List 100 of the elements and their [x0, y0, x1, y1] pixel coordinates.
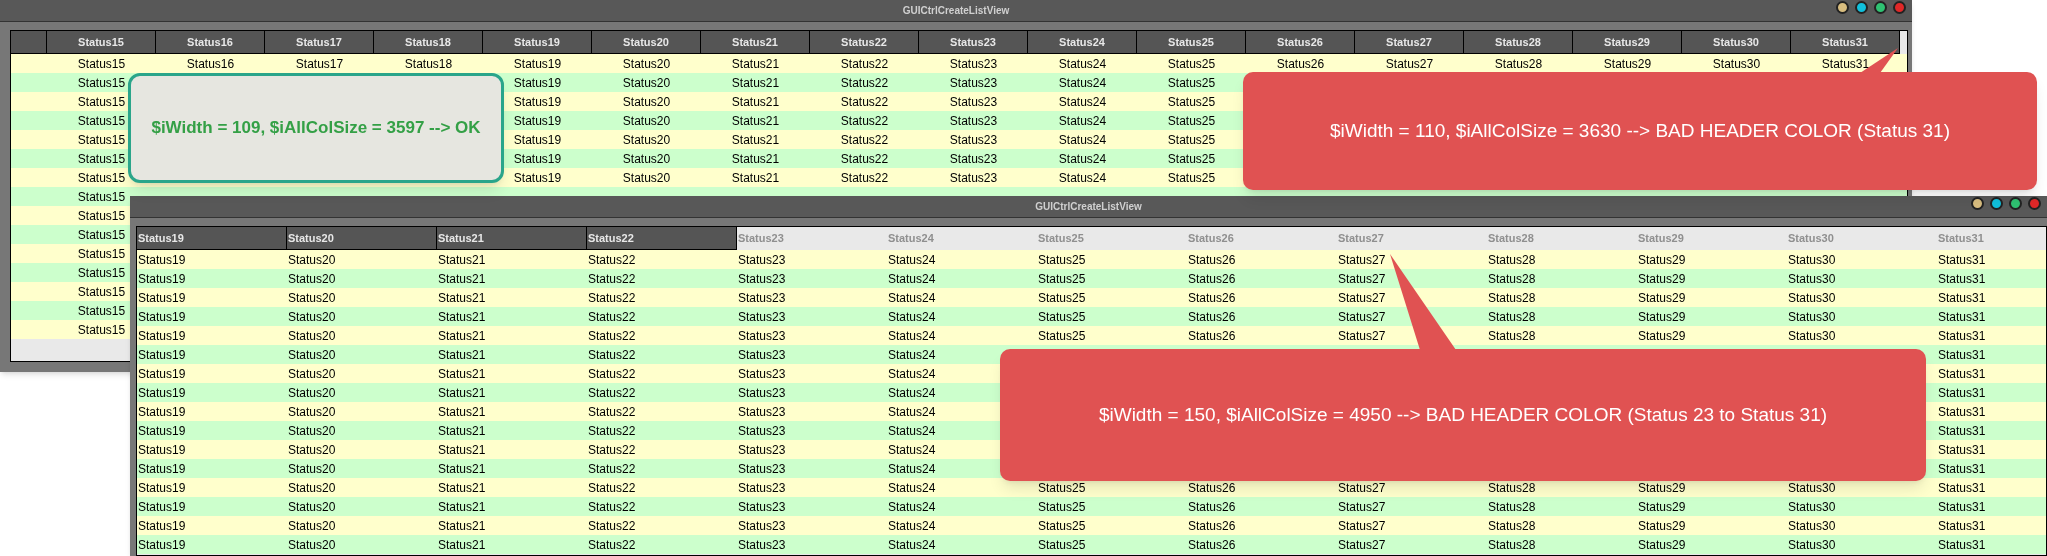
column-header[interactable]: Status26: [1246, 31, 1355, 54]
table-cell-text: Status28: [1488, 251, 1536, 269]
table-cell-text: Status23: [738, 346, 786, 364]
table-cell-text: Status19: [138, 422, 186, 440]
table-cell-text: Status21: [438, 422, 486, 440]
table-cell-text: Status19: [138, 479, 186, 497]
table-cell-text: Status20: [288, 479, 336, 497]
table-cell-text: Status30: [1788, 289, 1836, 307]
table-cell-text: Status15: [77, 93, 126, 111]
table-cell-text: Status19: [138, 441, 186, 459]
table-cell-text: Status20: [622, 74, 671, 92]
column-header[interactable]: Status16: [156, 31, 265, 54]
table-cell-text: Status25: [1038, 479, 1086, 497]
table-cell-text: Status21: [438, 308, 486, 326]
table-cell-text: Status15: [77, 169, 126, 187]
table-cell-text: Status15: [77, 74, 126, 92]
table-cell-text: Status20: [288, 460, 336, 478]
table-cell-text: Status25: [1038, 536, 1086, 554]
table-cell-text: Status29: [1638, 517, 1686, 535]
column-header[interactable]: Status21: [701, 31, 810, 54]
table-cell-text: Status21: [438, 403, 486, 421]
table-cell-text: Status29: [1603, 55, 1652, 73]
table-cell-text: Status26: [1188, 270, 1236, 288]
column-header[interactable]: Status28: [1464, 31, 1573, 54]
column-header[interactable]: Status20: [287, 227, 437, 250]
table-cell-text: Status23: [949, 55, 998, 73]
window-control-button[interactable]: [2009, 197, 2022, 210]
column-header[interactable]: Status19: [483, 31, 592, 54]
window-control-button[interactable]: [1836, 1, 1849, 14]
table-cell-text: Status21: [438, 536, 486, 554]
table-cell-text: Status22: [840, 150, 889, 168]
column-header[interactable]: Status19: [137, 227, 287, 250]
column-header[interactable]: Status25: [1137, 31, 1246, 54]
table-cell-text: Status23: [738, 517, 786, 535]
table-cell-text: Status20: [288, 251, 336, 269]
table-cell-text: Status30: [1788, 517, 1836, 535]
table-cell-text: Status22: [588, 327, 636, 345]
window-title: GUICtrlCreateListView: [902, 4, 1010, 18]
table-cell-text: Status28: [1488, 479, 1536, 497]
table-cell-text: Status21: [731, 150, 780, 168]
column-header[interactable]: Status30: [1682, 31, 1791, 54]
table-cell-text: Status22: [588, 517, 636, 535]
table-cell-text: Status21: [438, 327, 486, 345]
column-header[interactable]: Status27: [1355, 31, 1464, 54]
table-cell-text: Status15: [77, 264, 126, 282]
table-cell-text: Status19: [513, 55, 562, 73]
table-cell-text: Status24: [888, 384, 936, 402]
table-cell-text: Status26: [1188, 308, 1236, 326]
column-header[interactable]: Status22: [587, 227, 737, 250]
table-cell-text: Status23: [949, 93, 998, 111]
table-cell-text: Status23: [738, 498, 786, 516]
table-cell-text: Status27: [1338, 479, 1386, 497]
column-header[interactable]: Status17: [265, 31, 374, 54]
table-cell-text: Status29: [1638, 308, 1686, 326]
table-cell-text: Status19: [513, 150, 562, 168]
column-header[interactable]: Status29: [1573, 31, 1682, 54]
table-cell-text: Status19: [138, 251, 186, 269]
table-cell-text: Status21: [731, 169, 780, 187]
table-cell-text: Status25: [1038, 289, 1086, 307]
table-cell-text: Status22: [840, 74, 889, 92]
column-header[interactable]: Status21: [437, 227, 587, 250]
table-cell-text: Status22: [588, 403, 636, 421]
table-cell-text: Status22: [588, 384, 636, 402]
table-cell-text: Status21: [438, 384, 486, 402]
table-cell-text: Status29: [1638, 479, 1686, 497]
table-cell-text: Status24: [888, 346, 936, 364]
table-cell-text: Status22: [588, 365, 636, 383]
column-header[interactable]: Status20: [592, 31, 701, 54]
table-cell-text: Status23: [738, 327, 786, 345]
header-cell[interactable]: [11, 31, 47, 54]
table-cell-text: Status19: [138, 517, 186, 535]
table-cell-text: Status26: [1188, 327, 1236, 345]
column-header[interactable]: Status18: [374, 31, 483, 54]
table-cell-text: Status30: [1788, 327, 1836, 345]
table-cell-text: Status25: [1167, 74, 1216, 92]
table-cell-text: Status24: [888, 422, 936, 440]
window-control-button[interactable]: [1855, 1, 1868, 14]
column-header[interactable]: Status23: [919, 31, 1028, 54]
table-cell-text: Status19: [513, 169, 562, 187]
table-cell-text: Status20: [622, 55, 671, 73]
table-cell-text: Status21: [438, 460, 486, 478]
table-cell-text: Status30: [1788, 498, 1836, 516]
table-cell-text: Status29: [1638, 327, 1686, 345]
table-cell-text: Status19: [138, 270, 186, 288]
table-cell-text: Status21: [438, 441, 486, 459]
column-header[interactable]: Status31: [1791, 31, 1900, 54]
table-cell-text: Status31: [1938, 498, 1986, 516]
table-cell-text: Status29: [1638, 498, 1686, 516]
table-cell-text: Status24: [888, 517, 936, 535]
column-header[interactable]: Status15: [47, 31, 156, 54]
table-cell-text: Status21: [731, 131, 780, 149]
table-cell-text: Status22: [588, 498, 636, 516]
window-control-button[interactable]: [1874, 1, 1887, 14]
window-control-button[interactable]: [1990, 197, 2003, 210]
column-header[interactable]: Status24: [1028, 31, 1137, 54]
table-cell-text: Status19: [513, 131, 562, 149]
table-cell-text: Status31: [1938, 517, 1986, 535]
window-control-button[interactable]: [1971, 197, 1984, 210]
column-header[interactable]: Status22: [810, 31, 919, 54]
table-cell-text: Status22: [588, 251, 636, 269]
